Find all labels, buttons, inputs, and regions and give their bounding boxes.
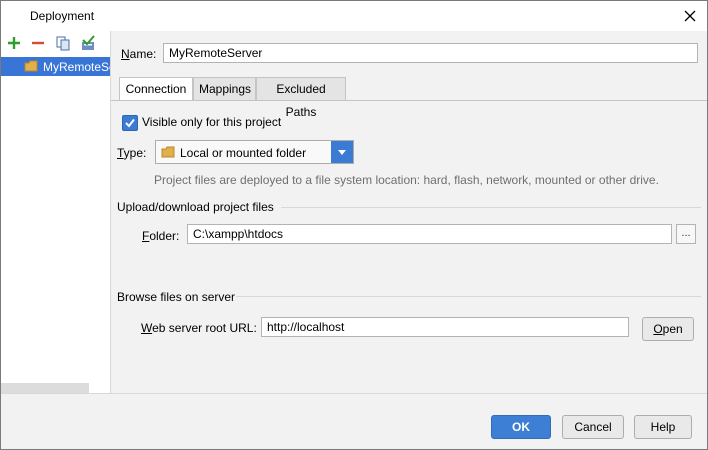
open-button[interactable]: Open (642, 317, 694, 341)
server-details-panel: Name: Connection Mappings Excluded Paths… (111, 31, 707, 393)
server-list-toolbar (1, 31, 110, 55)
copy-icon[interactable] (55, 35, 71, 51)
upload-section-title: Upload/download project files (117, 200, 274, 214)
tab-excluded-paths[interactable]: Excluded Paths (256, 77, 346, 119)
horizontal-scrollbar[interactable] (1, 383, 89, 393)
deployment-dialog: Deployment MyRemoteServer (0, 0, 708, 450)
name-input[interactable] (163, 43, 698, 63)
help-button[interactable]: Help (634, 415, 692, 439)
browse-section-divider (236, 296, 701, 297)
tree-item-myremoteserver[interactable]: MyRemoteServer (1, 57, 110, 76)
server-list-panel: MyRemoteServer (1, 31, 111, 393)
tree-item-label: MyRemoteServer (43, 60, 110, 74)
tab-connection[interactable]: Connection (119, 77, 193, 101)
folder-icon (161, 146, 175, 161)
visible-only-label[interactable]: Visible only for this project (142, 115, 281, 129)
web-server-root-label: Web server root URL: (141, 321, 257, 335)
folder-input[interactable] (187, 224, 672, 244)
web-server-root-input[interactable] (261, 317, 629, 337)
window-title: Deployment (30, 9, 95, 23)
add-icon[interactable] (6, 35, 22, 51)
tab-mappings[interactable]: Mappings (193, 77, 256, 101)
dialog-button-bar: OK Cancel Help (1, 393, 707, 449)
close-icon[interactable] (679, 5, 701, 27)
ok-button[interactable]: OK (491, 415, 551, 439)
visible-only-checkbox[interactable] (122, 115, 138, 131)
folder-label: Folder: (142, 229, 180, 243)
upload-section-divider (281, 207, 701, 208)
tab-panel-border (111, 100, 707, 101)
browse-section-title: Browse files on server (117, 290, 236, 304)
name-label: Name: (121, 47, 157, 61)
chevron-down-icon[interactable] (331, 141, 353, 163)
title-bar: Deployment (1, 1, 707, 31)
type-label: Type: (117, 146, 147, 160)
set-default-icon[interactable] (80, 35, 96, 51)
browse-folder-button[interactable]: ... (676, 224, 696, 244)
folder-icon (24, 60, 38, 75)
cancel-button[interactable]: Cancel (562, 415, 624, 439)
type-hint: Project files are deployed to a file sys… (154, 173, 659, 187)
type-select[interactable]: Local or mounted folder (155, 140, 354, 164)
type-select-value: Local or mounted folder (180, 146, 307, 160)
remove-icon[interactable] (30, 35, 46, 51)
